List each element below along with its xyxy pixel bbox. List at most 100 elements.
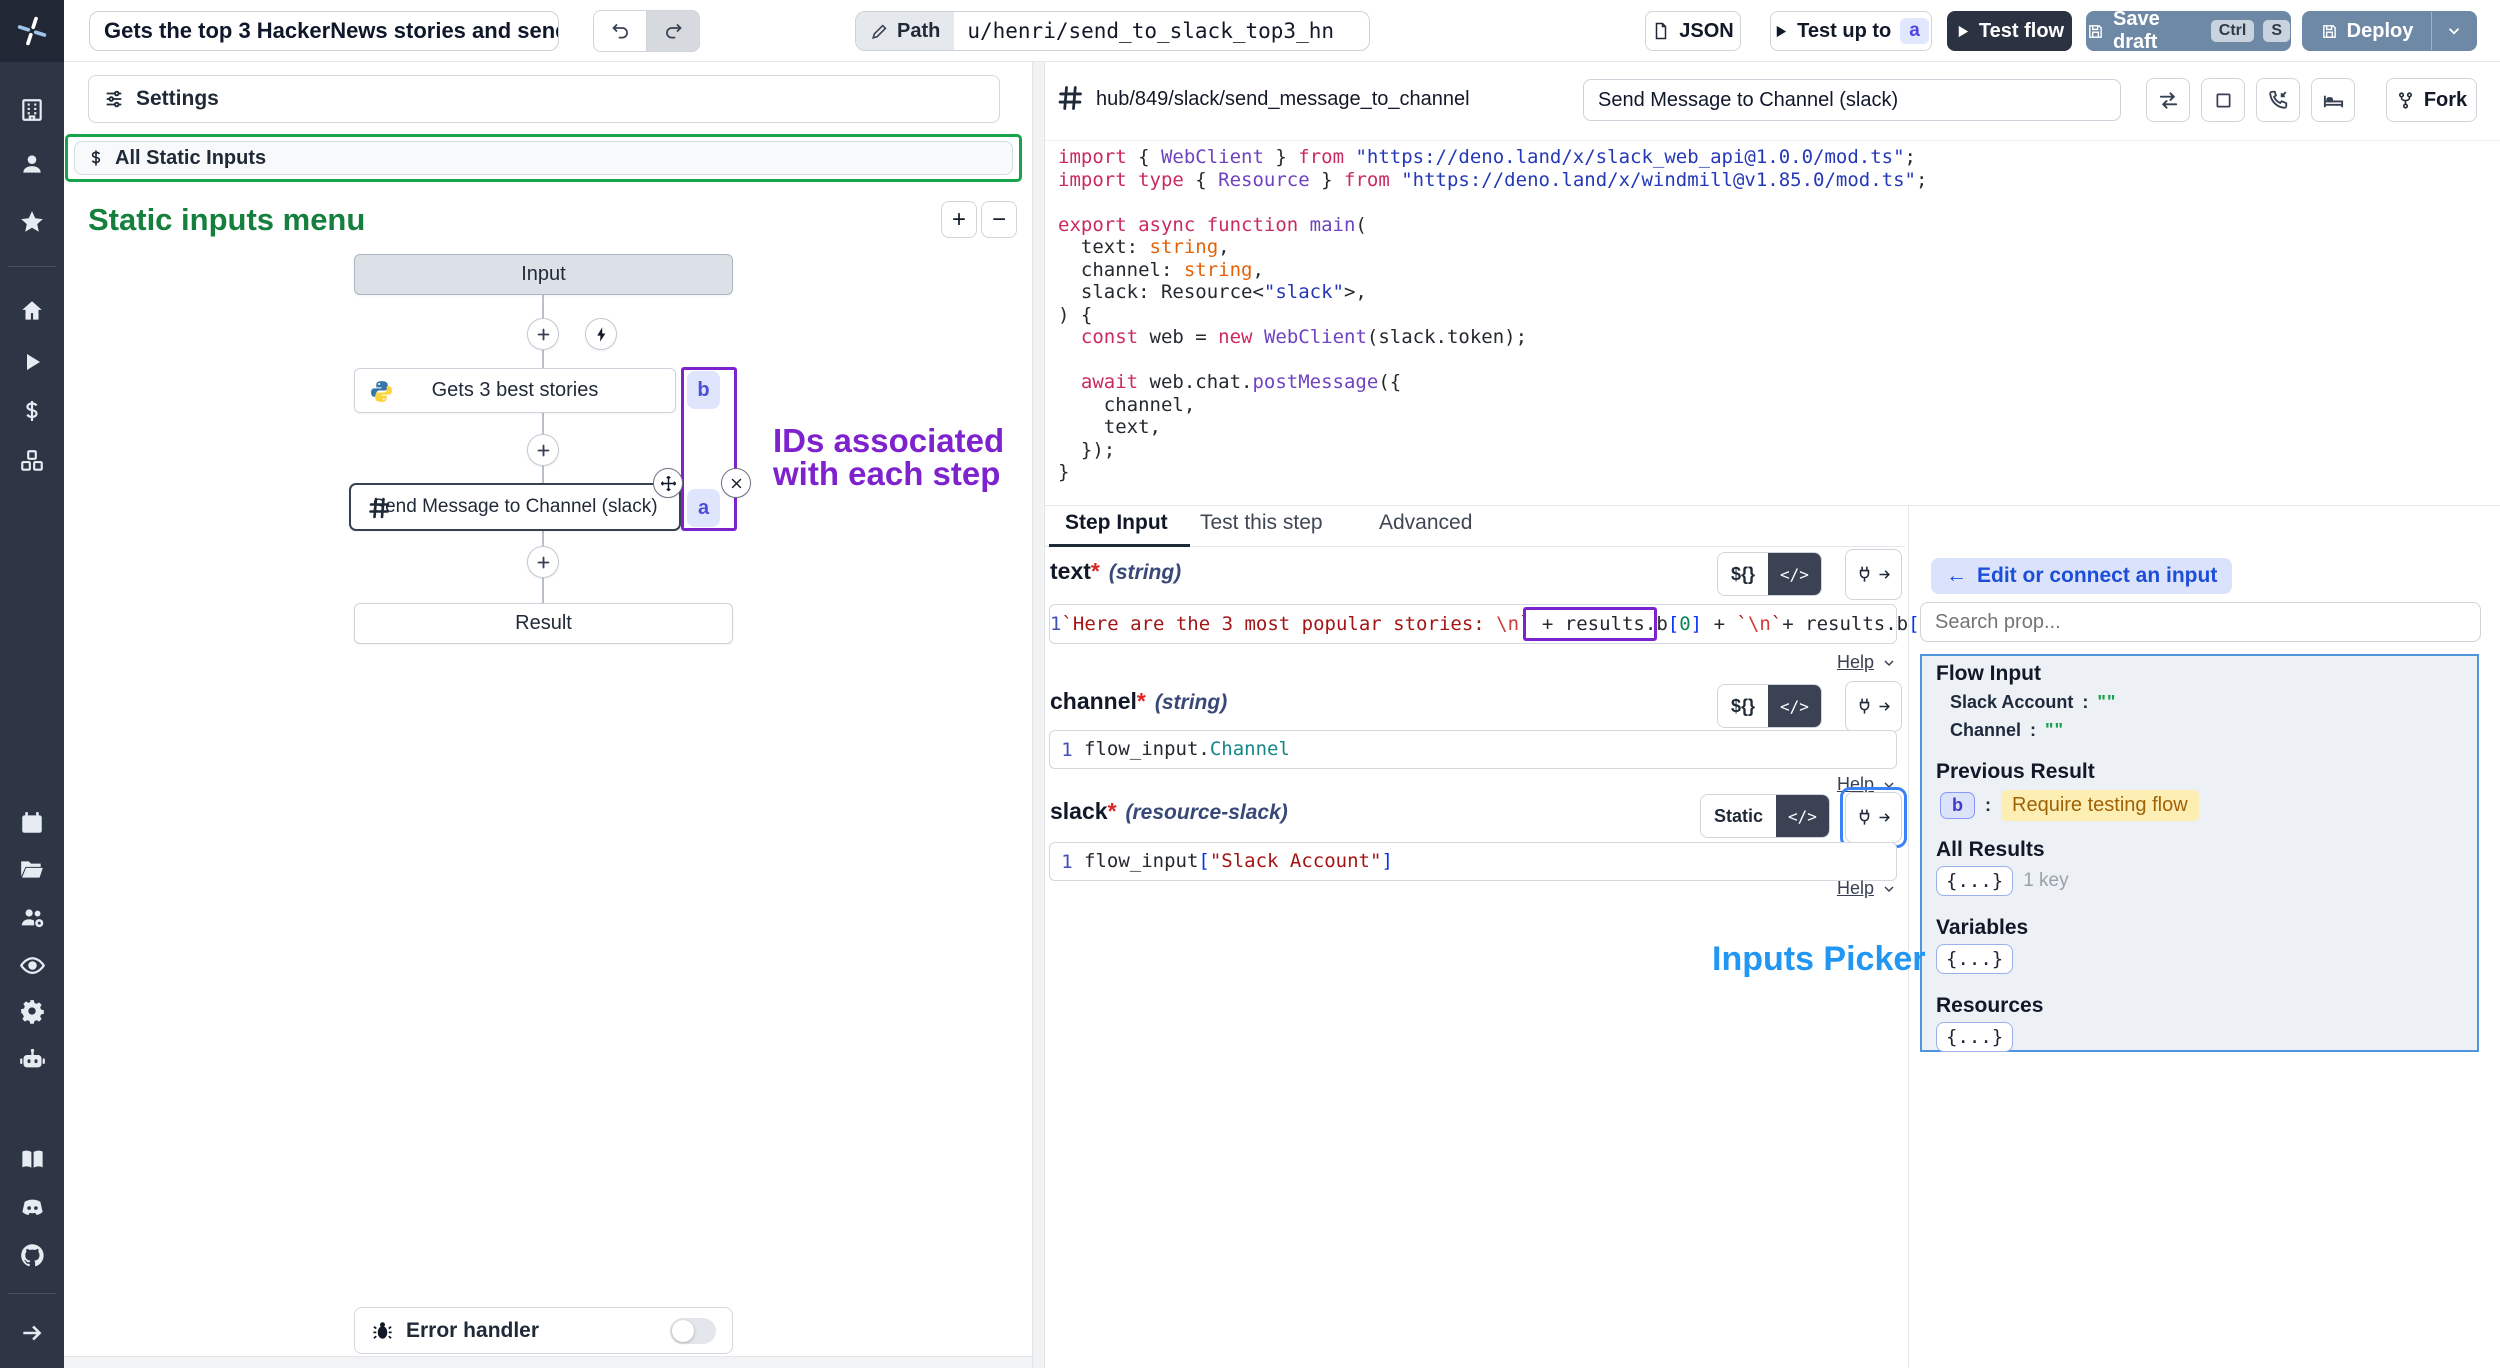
chevron-down-icon (1881, 655, 1897, 671)
tab-test-this-step[interactable]: Test this step (1200, 511, 1323, 535)
all-static-inputs-button[interactable]: All Static Inputs (74, 141, 1013, 175)
template-mode-button[interactable]: ${} (1718, 685, 1768, 727)
code-mode-button[interactable]: </> (1776, 795, 1829, 837)
sidebar-item-groups[interactable] (0, 895, 64, 939)
ids-annotation-box (681, 367, 737, 531)
flow-node-step-b[interactable]: Gets 3 best stories (354, 368, 676, 413)
plus-icon (535, 326, 552, 343)
flow-input-row[interactable]: Channel : "" (1950, 720, 2064, 741)
variables-header[interactable]: Variables (1936, 916, 2028, 940)
edit-or-connect-button[interactable]: ← Edit or connect an input (1931, 558, 2232, 594)
sidebar-item-schedules[interactable] (0, 801, 64, 845)
step-summary-input[interactable]: Send Message to Channel (slack) (1583, 79, 2121, 121)
zoom-out-button[interactable]: − (981, 201, 1017, 238)
template-mode-button[interactable]: ${} (1718, 553, 1768, 595)
sidebar-item-resources[interactable] (0, 439, 64, 483)
slack-expression-editor[interactable]: 1 flow_input["Slack Account"] (1049, 842, 1897, 881)
flow-node-input[interactable]: Input (354, 254, 733, 295)
undo-redo-group (593, 11, 700, 51)
sidebar-item-favorites[interactable] (0, 200, 64, 244)
redo-icon (663, 21, 684, 42)
all-results-row[interactable]: {...} 1 key (1936, 866, 2069, 896)
flow-input-header[interactable]: Flow Input (1936, 662, 2041, 686)
phone-incoming-button[interactable] (2256, 78, 2300, 122)
previous-result-header[interactable]: Previous Result (1936, 760, 2095, 784)
search-prop-input[interactable] (1920, 602, 2481, 642)
deploy-button[interactable]: Deploy (2303, 20, 2431, 43)
redo-button[interactable] (646, 10, 700, 52)
delete-step-button[interactable] (721, 468, 751, 498)
document-icon (1652, 22, 1670, 40)
sidebar-item-user[interactable] (0, 142, 64, 186)
variables-row[interactable]: {...} (1936, 944, 2013, 974)
sidebar-item-discord[interactable] (0, 1185, 64, 1229)
undo-button[interactable] (593, 10, 646, 52)
test-up-to-button[interactable]: Test up to a (1770, 11, 1932, 51)
channel-expression-editor[interactable]: 1 flow_input.Channel (1049, 730, 1897, 769)
sidebar-collapse-button[interactable] (0, 1311, 64, 1355)
error-handler-toggle[interactable] (670, 1318, 716, 1344)
flow-title-input[interactable]: Gets the top 3 HackerNews stories and se… (89, 11, 559, 51)
code-mode-button[interactable]: </> (1768, 553, 1821, 595)
json-button[interactable]: JSON (1645, 11, 1741, 51)
tab-step-input[interactable]: Step Input (1065, 511, 1168, 535)
sidebar-item-runs[interactable] (0, 340, 64, 384)
all-results-header[interactable]: All Results (1936, 838, 2045, 862)
sidebar-item-folders[interactable] (0, 847, 64, 891)
add-trigger-button[interactable] (585, 318, 617, 350)
move-step-handle[interactable] (653, 468, 683, 498)
tab-advanced[interactable]: Advanced (1379, 511, 1472, 535)
lightning-icon (593, 326, 610, 343)
expand-editor-button[interactable] (2201, 78, 2245, 122)
channel-connect-input-button[interactable] (1845, 681, 1902, 732)
play-icon (20, 350, 44, 374)
sidebar-item-workspace[interactable] (0, 88, 64, 132)
windmill-logo[interactable] (0, 0, 64, 62)
chevron-down-icon (2445, 22, 2463, 40)
add-step-button[interactable] (527, 434, 559, 466)
text-help-link[interactable]: Help (1800, 652, 1897, 673)
text-input-mode-toggle[interactable]: ${} </> (1717, 552, 1822, 596)
calendar-icon (19, 810, 45, 836)
flow-node-result[interactable]: Result (354, 603, 733, 644)
path-field[interactable]: Path u/henri/send_to_slack_top3_hn (855, 11, 1370, 51)
channel-input-mode-toggle[interactable]: ${} </> (1717, 684, 1822, 728)
resources-row[interactable]: {...} (1936, 1022, 2013, 1052)
flow-node-step-a-selected[interactable]: Send Message to Channel (slack) (349, 483, 681, 531)
deploy-dropdown-button[interactable] (2431, 12, 2476, 50)
sidebar-item-variables[interactable] (0, 389, 64, 433)
zoom-in-button[interactable]: + (941, 201, 977, 238)
fork-button[interactable]: Fork (2386, 78, 2477, 122)
code-mode-button[interactable]: </> (1768, 685, 1821, 727)
sidebar-item-audit-logs[interactable] (0, 943, 64, 987)
add-step-button[interactable] (527, 318, 559, 350)
bed-button[interactable] (2311, 78, 2355, 122)
save-draft-button[interactable]: Save draft Ctrl S (2086, 11, 2291, 51)
horizontal-scrollbar[interactable] (64, 1356, 1032, 1368)
panel-resizer[interactable] (1032, 62, 1045, 1368)
hub-script-path[interactable]: hub/849/slack/send_message_to_channel (1096, 88, 1470, 111)
text-connect-input-button[interactable] (1845, 549, 1902, 600)
path-value: u/henri/send_to_slack_top3_hn (954, 19, 1334, 43)
flow-input-row[interactable]: Slack Account : "" (1950, 692, 2116, 713)
bed-icon (2322, 89, 2345, 112)
sidebar-item-docs[interactable] (0, 1137, 64, 1181)
step-code-editor[interactable]: import { WebClient } from "https://deno.… (1058, 146, 1927, 484)
static-mode-button[interactable]: Static (1701, 795, 1776, 837)
flow-settings-button[interactable]: Settings (88, 75, 1000, 123)
resources-header[interactable]: Resources (1936, 994, 2043, 1018)
sidebar-item-home[interactable] (0, 289, 64, 333)
step-id-badge: a (1900, 18, 1929, 44)
error-handler-row[interactable]: Error handler (354, 1307, 733, 1354)
test-flow-button[interactable]: Test flow (1947, 11, 2072, 51)
previous-result-row[interactable]: b : Require testing flow (1940, 790, 2199, 821)
slack-help-link[interactable]: Help (1800, 878, 1897, 899)
sidebar-item-workers[interactable] (0, 1037, 64, 1081)
sidebar-item-github[interactable] (0, 1233, 64, 1277)
line-number: 1 (1050, 739, 1084, 761)
add-step-button[interactable] (527, 546, 559, 578)
reload-script-button[interactable] (2146, 78, 2190, 122)
sidebar-item-settings[interactable] (0, 989, 64, 1033)
text-expression-editor[interactable]: 1 `Here are the 3 most popular stories: … (1049, 604, 1897, 644)
slack-input-mode-toggle[interactable]: Static </> (1700, 794, 1830, 838)
